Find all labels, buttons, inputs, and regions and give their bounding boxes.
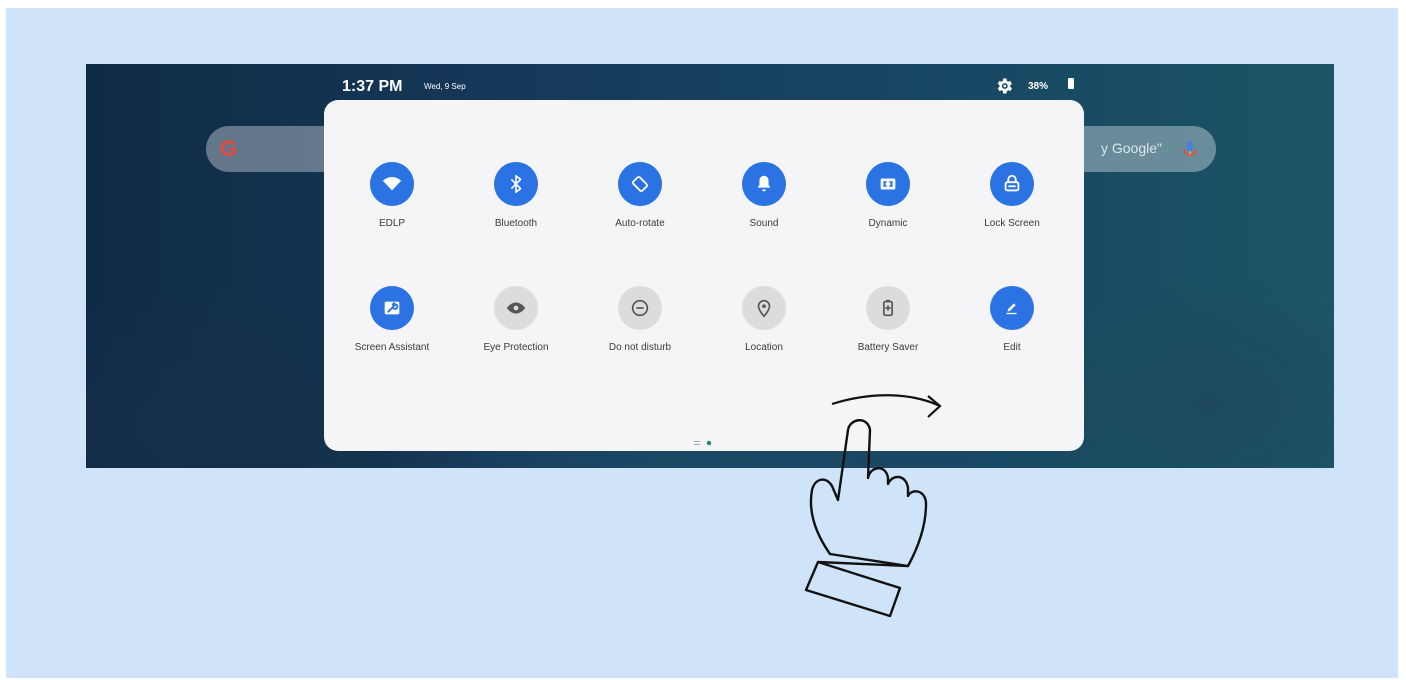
bluetooth-icon: [494, 162, 538, 206]
tile-eye-protection[interactable]: Eye Protection: [456, 286, 576, 353]
tile-label: Sound: [749, 218, 779, 229]
tile-label: Eye Protection: [483, 342, 549, 353]
microphone-icon[interactable]: [1180, 139, 1200, 161]
tile-label: Do not disturb: [608, 342, 672, 353]
status-time: 1:37 PM: [342, 78, 403, 95]
tile-label: Bluetooth: [494, 218, 538, 229]
wrench-icon: [370, 286, 414, 330]
tile-location[interactable]: Location: [704, 286, 824, 353]
tile-battery-saver[interactable]: Battery Saver: [828, 286, 948, 353]
tile-screen-assistant[interactable]: Screen Assistant: [332, 286, 452, 353]
gear-icon[interactable]: [994, 76, 1014, 96]
tile-edit[interactable]: Edit: [952, 286, 1072, 353]
tile-wifi[interactable]: EDLP: [332, 162, 452, 229]
dynamic-icon: [866, 162, 910, 206]
status-date: Wed, 9 Sep: [424, 82, 466, 91]
tile-bluetooth[interactable]: Bluetooth: [456, 162, 576, 229]
quick-settings-panel: EDLP Bluetooth Auto-rotate Sound Dynamic: [324, 100, 1084, 451]
tile-do-not-disturb[interactable]: Do not disturb: [580, 286, 700, 353]
pencil-icon: [990, 286, 1034, 330]
illustration-background: 1:37 PM Wed, 9 Sep 38% G y Google" EDLP …: [6, 8, 1398, 678]
battery-saver-icon: [866, 286, 910, 330]
search-placeholder: y Google": [1100, 140, 1162, 156]
tile-label: Auto-rotate: [615, 218, 665, 229]
tile-sound[interactable]: Sound: [704, 162, 824, 229]
page-indicator[interactable]: [692, 434, 716, 446]
tile-label: Dynamic: [868, 218, 908, 229]
wifi-icon: [370, 162, 414, 206]
tile-label: Location: [745, 342, 783, 353]
minus-circle-icon: [618, 286, 662, 330]
tile-label: EDLP: [378, 218, 406, 229]
tile-dynamic[interactable]: Dynamic: [828, 162, 948, 229]
auto-rotate-icon: [618, 162, 662, 206]
bell-icon: [742, 162, 786, 206]
tile-label: Edit: [1003, 342, 1021, 353]
tile-label: Battery Saver: [857, 342, 919, 353]
tile-label: Lock Screen: [984, 218, 1040, 229]
google-g-icon: G: [220, 136, 238, 161]
battery-percent: 38%: [1028, 81, 1049, 92]
pointing-hand-icon: [804, 394, 942, 618]
tile-lock-screen[interactable]: Lock Screen: [952, 162, 1072, 229]
eye-icon: [494, 286, 538, 330]
tile-label: Screen Assistant: [354, 342, 430, 353]
swipe-arrow-icon: [831, 394, 941, 407]
tile-auto-rotate[interactable]: Auto-rotate: [580, 162, 700, 229]
location-pin-icon: [742, 286, 786, 330]
battery-icon: [1068, 78, 1074, 89]
lock-icon: [990, 162, 1034, 206]
